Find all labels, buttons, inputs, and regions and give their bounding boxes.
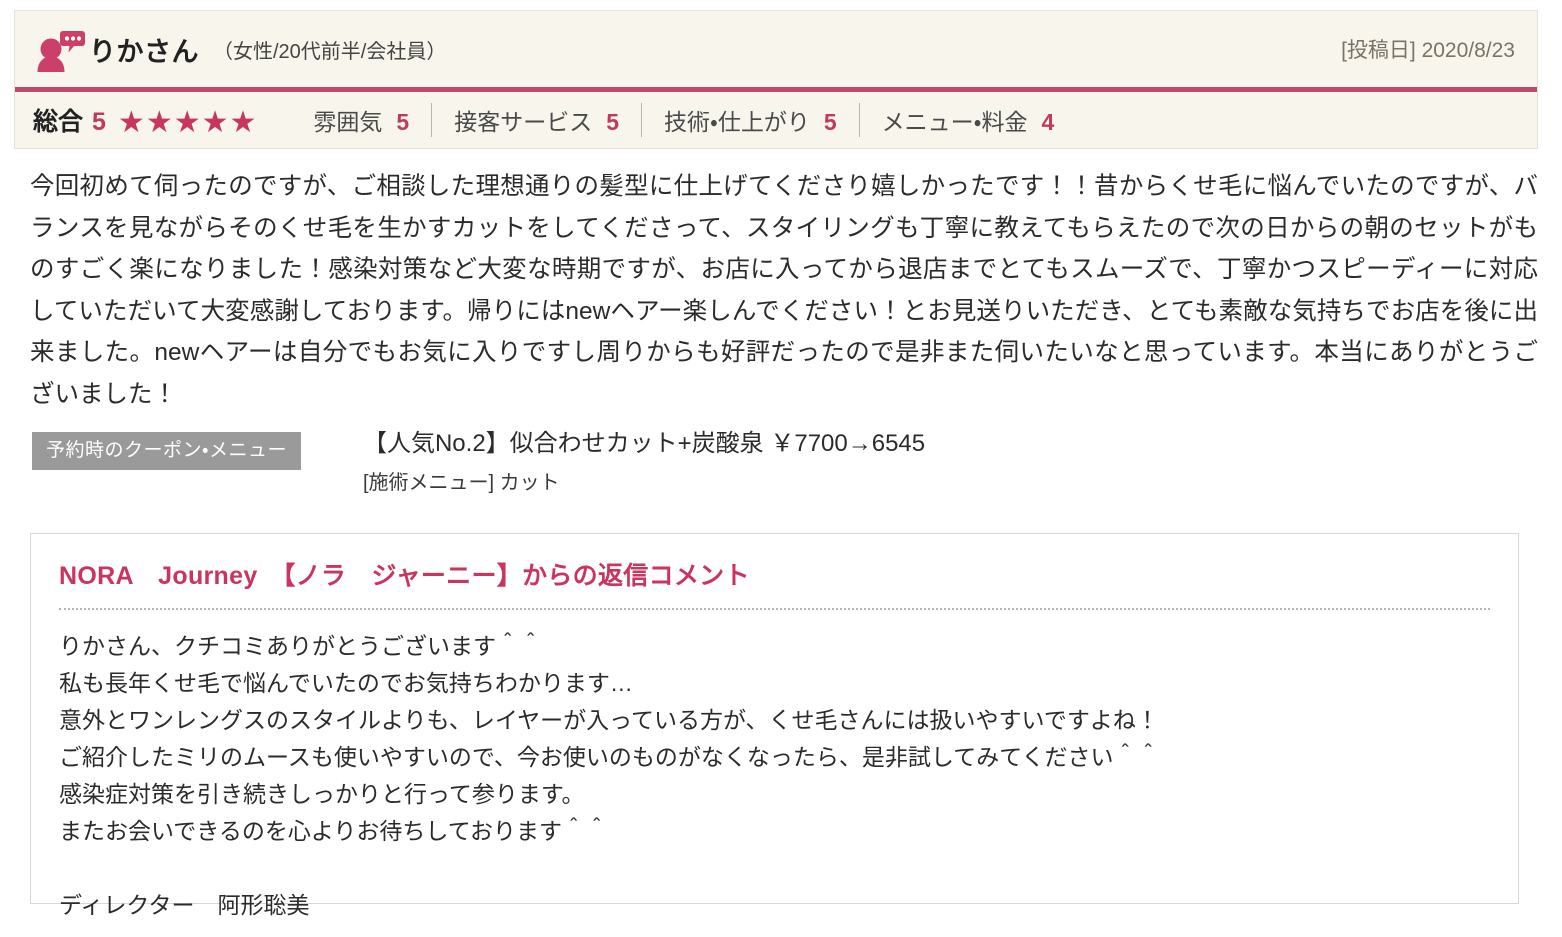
rating-score: 5 bbox=[396, 109, 410, 135]
review-page: りかさん （女性/20代前半/会社員） [投稿日] 2020/8/23 総合 5… bbox=[0, 0, 1562, 937]
post-date: [投稿日] 2020/8/23 bbox=[1341, 39, 1515, 62]
salon-reply-body: りかさん、クチコミありがとうございます＾＾ 私も長年くせ毛で悩んでいたのでお気持… bbox=[59, 622, 1490, 924]
reply-line: またお会いできるのを心よりお待ちしております＾＾ bbox=[59, 818, 609, 844]
salon-reply-box: NORA Journey 【ノラ ジャーニー】からの返信コメント りかさん、クチ… bbox=[30, 533, 1519, 918]
reply-line: ご紹介したミリのムースも使いやすいので、今お使いのものがなくなったら、是非試して… bbox=[59, 744, 1160, 770]
rating-item-menu-price: メニュー・料金 4 bbox=[860, 103, 1077, 137]
service-menu: [施術メニュー] カット bbox=[362, 472, 560, 494]
rating-item-atmosphere: 雰囲気 5 bbox=[291, 103, 431, 137]
rating-item-service: 接客サービス 5 bbox=[432, 103, 641, 137]
review-body-text: 今回初めて伺ったのですが、ご相談した理想通りの髪型に仕上げてくださり嬉しかったで… bbox=[30, 173, 1538, 408]
ratings-row: 総合 5 ★★★★★ 雰囲気 5 接客サービス 5 技術・仕上がり 5 メニュー… bbox=[15, 92, 1537, 149]
person-speech-bubble-icon bbox=[33, 23, 85, 75]
rating-total-score: 5 bbox=[92, 108, 106, 136]
reply-signature: ディレクター 阿形聡美 bbox=[59, 892, 310, 918]
reply-line: 感染症対策を引き続きしっかりと行って参ります。 bbox=[59, 781, 585, 807]
reply-dotted-divider bbox=[59, 608, 1490, 610]
rating-label: 技術・仕上がり bbox=[664, 109, 810, 135]
review-header-top: りかさん （女性/20代前半/会社員） [投稿日] 2020/8/23 bbox=[15, 11, 1537, 87]
reviewer-meta: （女性/20代前半/会社員） bbox=[213, 40, 447, 63]
reviewer-info: りかさん （女性/20代前半/会社員） bbox=[33, 23, 446, 75]
coupon-section: 予約時のクーポン・メニュー 【人気No.2】似合わせカット+炭酸泉 ￥7700→… bbox=[32, 430, 925, 500]
star-rating-icon: ★★★★★ bbox=[117, 106, 258, 139]
reply-spacer bbox=[59, 850, 1490, 887]
reviewer-name: りかさん bbox=[89, 36, 199, 67]
rating-label: 接客サービス bbox=[454, 109, 593, 135]
coupon-name: 【人気No.2】似合わせカット+炭酸泉 ￥7700→6545 bbox=[362, 430, 926, 457]
rating-total-label: 総合 bbox=[33, 108, 84, 136]
salon-reply-title: NORA Journey 【ノラ ジャーニー】からの返信コメント bbox=[59, 562, 750, 590]
rating-total: 総合 5 ★★★★★ bbox=[33, 102, 257, 138]
review-header-panel: りかさん （女性/20代前半/会社員） [投稿日] 2020/8/23 総合 5… bbox=[14, 10, 1538, 149]
rating-item-technique: 技術・仕上がり 5 bbox=[642, 103, 859, 137]
rating-label: 雰囲気 bbox=[313, 109, 383, 135]
rating-score: 5 bbox=[823, 109, 837, 135]
coupon-detail: 【人気No.2】似合わせカット+炭酸泉 ￥7700→6545 [施術メニュー] … bbox=[363, 426, 925, 500]
reply-line: 私も長年くせ毛で悩んでいたのでお気持ちわかります… bbox=[59, 670, 633, 696]
reply-line: りかさん、クチコミありがとうございます＾＾ bbox=[59, 633, 542, 659]
coupon-badge-label: 予約時のクーポン・メニュー bbox=[32, 432, 301, 470]
reply-line: 意外とワンレングスのスタイルよりも、レイヤーが入っている方が、くせ毛さんには扱い… bbox=[59, 707, 1159, 733]
rating-label: メニュー・料金 bbox=[881, 109, 1028, 135]
rating-score: 4 bbox=[1041, 109, 1055, 135]
rating-score: 5 bbox=[606, 109, 619, 135]
